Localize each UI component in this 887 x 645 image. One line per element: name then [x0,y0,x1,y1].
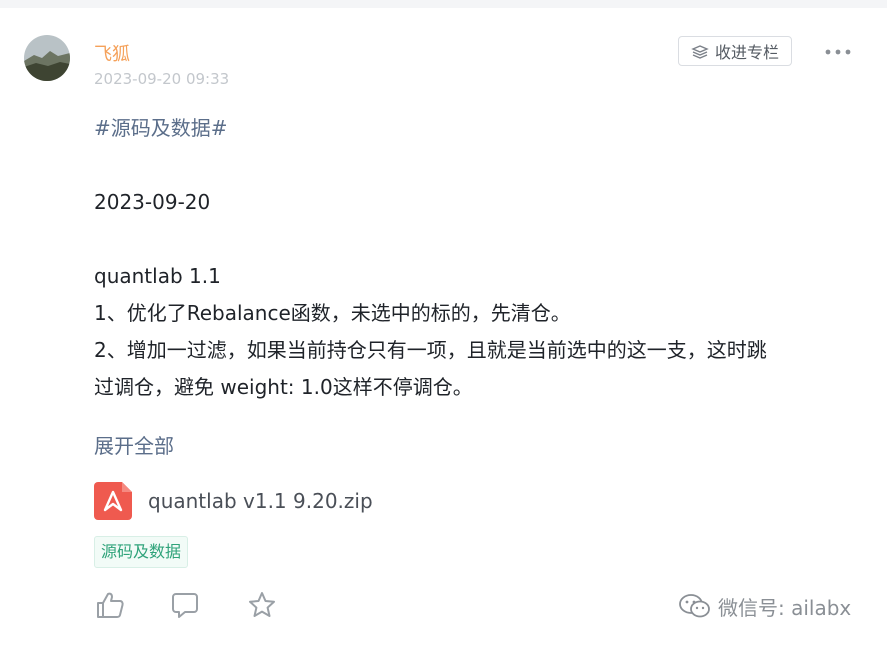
collect-label: 收进专栏 [714,43,779,62]
comment-icon [172,593,198,618]
thumbs-up-icon [97,592,124,618]
more-dots-icon [825,49,851,55]
expand-all-link[interactable]: 展开全部 [94,430,174,459]
hashtag-link[interactable]: #源码及数据# [94,110,864,147]
star-icon [249,592,275,617]
avatar[interactable] [24,35,70,81]
content-line: quantlab 1.1 [94,264,221,288]
comment-button[interactable] [170,590,200,620]
favorite-button[interactable] [247,590,277,620]
avatar-image [24,35,70,81]
content-line: 过调仓，避免 weight: 1.0这样不停调仓。 [94,375,473,399]
post-timestamp: 2023-09-20 09:33 [94,70,230,88]
wechat-watermark: 微信号: ailabx [678,590,851,622]
collect-to-column-button[interactable]: 收进专栏 [678,36,792,66]
watermark-text: 微信号: ailabx [718,595,852,620]
date-line: 2023-09-20 [94,190,211,214]
like-button[interactable] [95,590,125,620]
wechat-icon [679,594,710,618]
stack-icon [691,45,709,59]
top-bar [0,0,887,8]
content-line: 1、优化了Rebalance函数，未选中的标的，先清仓。 [94,301,571,325]
topic-tag[interactable]: 源码及数据 [94,536,189,568]
file-name: quantlab v1.1 9.20.zip [148,489,373,513]
post-content: #源码及数据# 2023-09-20 quantlab 1.1 1、优化了Reb… [94,110,864,406]
author-name[interactable]: 飞狐 [94,40,130,66]
pdf-file-icon [94,482,132,520]
more-options-button[interactable] [824,44,852,60]
file-attachment[interactable]: quantlab v1.1 9.20.zip [94,481,373,521]
content-line: 2、增加一过滤，如果当前持仓只有一项，且就是当前选中的这一支，这时跳 [94,338,767,362]
